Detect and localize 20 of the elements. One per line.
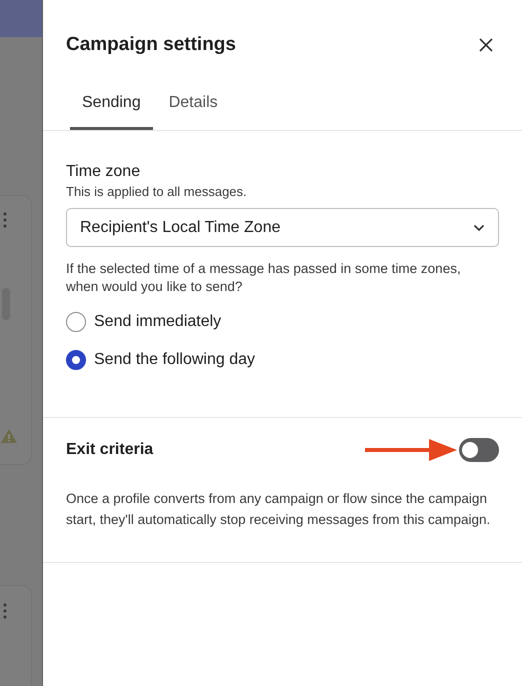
chevron-down-icon	[473, 224, 485, 232]
warning-icon	[0, 428, 18, 444]
panel-title: Campaign settings	[66, 32, 236, 57]
toggle-switch[interactable]	[459, 438, 499, 462]
time-zone-select[interactable]: Recipient's Local Time Zone	[66, 208, 499, 247]
radio-label[interactable]: Send the following day	[94, 348, 255, 372]
field-label: Time zone	[66, 162, 142, 182]
question-text: If the selected time of a message has passed in some time zones, when would you like to send?	[66, 260, 462, 296]
section-description: Once a profile converts from any campaign or flow since the campaign start, they'll automatically stop receiving messages from this campaign.	[66, 490, 492, 529]
more-icon	[3, 212, 7, 228]
field-hint: This is applied to all messages.	[66, 183, 248, 201]
close-icon	[478, 37, 494, 53]
radio-label[interactable]: Send immediately	[94, 310, 222, 334]
radio-button[interactable]	[66, 312, 86, 332]
tab[interactable]: Sending	[70, 91, 153, 130]
section-title: Exit criteria	[66, 440, 154, 460]
more-icon	[3, 603, 7, 619]
header-bar	[0, 0, 42, 37]
radio-button[interactable]	[66, 350, 86, 370]
tab[interactable]: Details	[156, 91, 230, 130]
